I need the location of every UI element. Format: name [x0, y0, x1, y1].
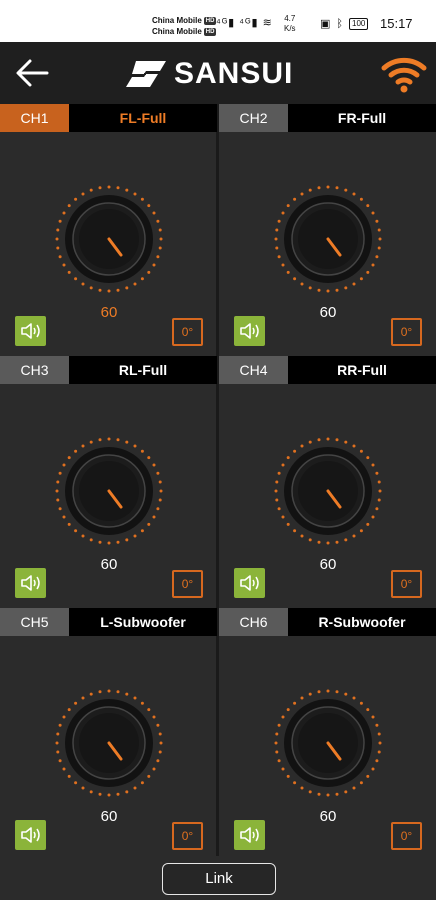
- volume-value: 60: [100, 808, 118, 825]
- channel-name[interactable]: L-Subwoofer: [69, 608, 217, 636]
- channel-header: CH5 L-Subwoofer: [0, 608, 217, 636]
- wifi-icon: [381, 57, 427, 93]
- speaker-icon: [239, 575, 259, 591]
- volume-value: 60: [100, 556, 118, 573]
- mute-button[interactable]: [15, 316, 46, 346]
- speaker-icon: [20, 575, 40, 591]
- channel-tab[interactable]: CH5: [0, 608, 69, 636]
- nfc-icon: ▣: [320, 18, 331, 30]
- channel-panel: CH6 R-Subwoofer 60 0°: [219, 608, 436, 860]
- volume-knob[interactable]: [54, 688, 164, 798]
- channel-panel: CH3 RL-Full 60 0°: [0, 356, 217, 608]
- phase-button[interactable]: 0°: [391, 570, 422, 598]
- carrier-1: China Mobile: [152, 16, 202, 25]
- volume-value: 60: [319, 808, 337, 825]
- mute-button[interactable]: [234, 316, 265, 346]
- volume-knob[interactable]: [273, 436, 383, 546]
- volume-knob[interactable]: [54, 184, 164, 294]
- channel-header: CH6 R-Subwoofer: [219, 608, 436, 636]
- channel-tab[interactable]: CH1: [0, 104, 69, 132]
- channel-panel: CH4 RR-Full 60 0°: [219, 356, 436, 608]
- wifi-button[interactable]: [380, 54, 428, 94]
- volume-knob[interactable]: [273, 184, 383, 294]
- phase-button[interactable]: 0°: [391, 318, 422, 346]
- speaker-icon: [20, 323, 40, 339]
- battery-icon: 100: [349, 17, 369, 30]
- speaker-icon: [239, 827, 259, 843]
- phase-button[interactable]: 0°: [172, 822, 203, 850]
- status-bar: China Mobile HD China Mobile HD ⁴ᴳ▮ ⁴ᴳ▮ ≋ …: [0, 0, 436, 42]
- phase-button[interactable]: 0°: [172, 318, 203, 346]
- channel-header: CH1 FL-Full: [0, 104, 217, 132]
- volume-value: 60: [319, 304, 337, 321]
- back-button[interactable]: [14, 56, 50, 90]
- sansui-logo-icon: [126, 61, 166, 87]
- channel-panel: CH5 L-Subwoofer 60 0°: [0, 608, 217, 860]
- hd-badge: HD: [203, 27, 217, 36]
- brand-logo-text: SANSUI: [174, 57, 294, 90]
- signal-icons: ⁴ᴳ▮ ⁴ᴳ▮ ≋: [216, 17, 273, 29]
- speaker-icon: [239, 323, 259, 339]
- channel-tab[interactable]: CH2: [219, 104, 288, 132]
- channel-panel: CH1 FL-Full 60 0°: [0, 104, 217, 356]
- mute-button[interactable]: [234, 568, 265, 598]
- volume-knob[interactable]: [273, 688, 383, 798]
- mute-button[interactable]: [15, 568, 46, 598]
- volume-value: 60: [319, 556, 337, 573]
- network-speed: 4.7 K/s: [284, 14, 296, 34]
- channel-header: CH2 FR-Full: [219, 104, 436, 132]
- brand-logo: SANSUI: [124, 54, 293, 94]
- channel-tab[interactable]: CH3: [0, 356, 69, 384]
- channel-panel: CH2 FR-Full 60 0°: [219, 104, 436, 356]
- clock: 15:17: [380, 16, 413, 31]
- carrier-info: China Mobile HD China Mobile HD: [152, 15, 217, 37]
- channel-grid: CH1 FL-Full 60 0° CH2 FR-Full 60 0° CH3 …: [0, 104, 436, 860]
- app-header: SANSUI: [0, 42, 436, 104]
- channel-name[interactable]: FL-Full: [69, 104, 217, 132]
- channel-name[interactable]: R-Subwoofer: [288, 608, 436, 636]
- speed-unit: K/s: [284, 24, 296, 33]
- mute-button[interactable]: [15, 820, 46, 850]
- channel-tab[interactable]: CH6: [219, 608, 288, 636]
- channel-tab[interactable]: CH4: [219, 356, 288, 384]
- back-arrow-icon: [16, 59, 49, 87]
- channel-name[interactable]: RL-Full: [69, 356, 217, 384]
- link-button[interactable]: Link: [162, 863, 276, 895]
- channel-name[interactable]: RR-Full: [288, 356, 436, 384]
- channel-name[interactable]: FR-Full: [288, 104, 436, 132]
- channel-header: CH3 RL-Full: [0, 356, 217, 384]
- speed-value: 4.7: [284, 14, 296, 23]
- system-icons: ▣ ᛒ 100: [320, 17, 369, 30]
- phase-button[interactable]: 0°: [391, 822, 422, 850]
- volume-knob[interactable]: [54, 436, 164, 546]
- phase-button[interactable]: 0°: [172, 570, 203, 598]
- bluetooth-icon: ᛒ: [336, 17, 344, 30]
- channel-header: CH4 RR-Full: [219, 356, 436, 384]
- volume-value: 60: [100, 304, 118, 321]
- hd-badge: HD: [203, 16, 217, 25]
- carrier-2: China Mobile: [152, 27, 202, 36]
- mute-button[interactable]: [234, 820, 265, 850]
- speaker-icon: [20, 827, 40, 843]
